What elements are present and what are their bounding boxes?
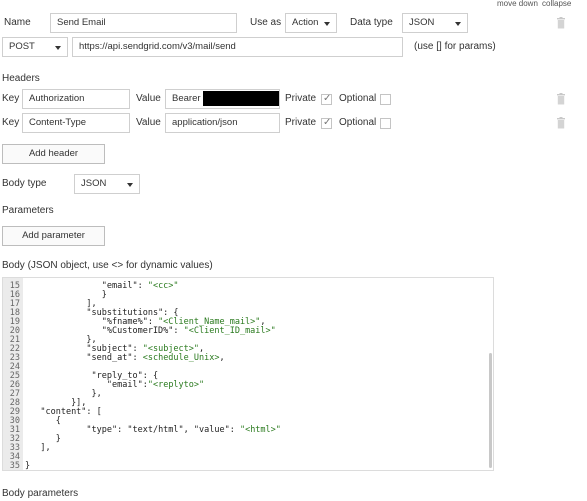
- redacted-token: [203, 91, 279, 106]
- header-value-label: Value: [136, 117, 161, 128]
- move-down-link[interactable]: move down: [497, 0, 538, 11]
- editor-scrollbar[interactable]: [489, 353, 492, 468]
- collapse-link[interactable]: collapse: [542, 0, 571, 11]
- body-type-dropdown[interactable]: JSON: [74, 174, 140, 194]
- optional-checkbox[interactable]: [380, 94, 391, 105]
- private-checkbox[interactable]: ✓: [321, 93, 332, 105]
- optional-checkbox[interactable]: [380, 118, 391, 129]
- checkmark-icon: ✓: [323, 93, 332, 104]
- body-type-label: Body type: [2, 178, 47, 189]
- header-key-input[interactable]: Authorization: [22, 89, 130, 109]
- private-checkbox[interactable]: ✓: [321, 117, 332, 129]
- body-code-editor[interactable]: 15 "email": "<cc>" 16 } 17 ], 18 "substitut…: [2, 277, 494, 471]
- trash-icon[interactable]: [556, 17, 566, 29]
- optional-label: Optional: [339, 93, 377, 104]
- name-input[interactable]: Send Email: [50, 13, 237, 33]
- header-value-label: Value: [136, 93, 161, 104]
- trash-icon[interactable]: [556, 117, 566, 129]
- add-header-button[interactable]: Add header: [2, 144, 105, 164]
- parameters-title: Parameters: [2, 205, 54, 216]
- headers-title: Headers: [2, 73, 40, 84]
- header-key-label: Key: [2, 117, 20, 128]
- data-type-label: Data type: [350, 17, 393, 28]
- name-label: Name: [4, 17, 31, 28]
- body-label: Body (JSON object, use <> for dynamic va…: [2, 260, 213, 271]
- optional-label: Optional: [339, 117, 377, 128]
- header-key-label: Key: [2, 93, 20, 104]
- url-input[interactable]: https://api.sendgrid.com/v3/mail/send: [72, 37, 403, 57]
- checkmark-icon: ✓: [323, 117, 332, 128]
- private-label: Private: [285, 117, 317, 128]
- data-type-dropdown[interactable]: JSON: [402, 13, 468, 33]
- url-params-hint: (use [] for params): [414, 41, 496, 52]
- header-value-input[interactable]: application/json: [165, 113, 280, 133]
- use-as-dropdown[interactable]: Action: [285, 13, 337, 33]
- code-line: 35}: [3, 461, 487, 471]
- add-parameter-button[interactable]: Add parameter: [2, 226, 105, 246]
- line-number: 35: [9, 461, 20, 471]
- header-value-text: Bearer: [172, 93, 201, 104]
- body-parameters-title: Body parameters: [2, 488, 79, 499]
- method-dropdown[interactable]: POST: [2, 37, 68, 57]
- private-label: Private: [285, 93, 317, 104]
- use-as-label: Use as: [250, 17, 282, 28]
- header-key-input[interactable]: Content-Type: [22, 113, 130, 133]
- code-text: }: [25, 461, 31, 471]
- trash-icon[interactable]: [556, 93, 566, 105]
